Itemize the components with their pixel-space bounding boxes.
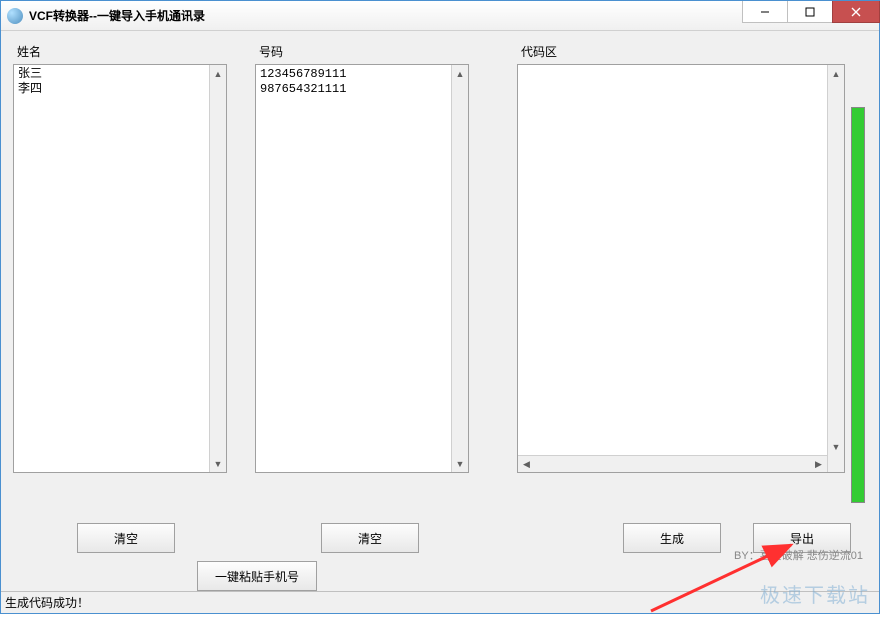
- name-textarea[interactable]: 张三 李四 ▲ ▼: [13, 64, 227, 473]
- credit-text: BY：喜爱破解 悲伤逆流01: [734, 547, 863, 563]
- code-text[interactable]: [518, 65, 844, 472]
- scrollbar-vertical[interactable]: ▲ ▼: [209, 65, 226, 472]
- scroll-up-icon[interactable]: ▲: [452, 65, 468, 82]
- number-text[interactable]: 123456789111 987654321111: [256, 65, 468, 472]
- app-icon: [7, 8, 23, 24]
- scroll-up-icon[interactable]: ▲: [210, 65, 226, 82]
- scrollbar-vertical[interactable]: ▲ ▼: [451, 65, 468, 472]
- number-column: 号码 123456789111 987654321111 ▲ ▼: [255, 43, 469, 473]
- name-label: 姓名: [13, 43, 227, 60]
- progress-bar: [851, 107, 865, 503]
- name-column: 姓名 张三 李四 ▲ ▼: [13, 43, 227, 473]
- app-window: VCF转换器--一键导入手机通讯录 姓名 张三 李四 ▲: [0, 0, 880, 614]
- code-column: 代码区 ▲ ▼ ◀ ▶: [517, 43, 845, 473]
- status-bar: 生成代码成功！: [1, 591, 879, 613]
- titlebar: VCF转换器--一键导入手机通讯录: [1, 1, 879, 31]
- close-button[interactable]: [832, 1, 880, 23]
- content-area: 姓名 张三 李四 ▲ ▼ 号码 123456789111 98765432111…: [1, 31, 879, 591]
- scroll-up-icon[interactable]: ▲: [828, 65, 844, 82]
- clear-names-button[interactable]: 清空: [77, 523, 175, 553]
- scrollbar-vertical[interactable]: ▲ ▼: [827, 65, 844, 472]
- scroll-down-icon[interactable]: ▼: [452, 455, 468, 472]
- number-label: 号码: [255, 43, 469, 60]
- maximize-button[interactable]: [787, 1, 833, 23]
- scroll-right-icon[interactable]: ▶: [810, 456, 827, 473]
- window-title: VCF转换器--一键导入手机通讯录: [29, 7, 742, 24]
- window-controls: [742, 1, 879, 30]
- name-text[interactable]: 张三 李四: [14, 65, 226, 472]
- generate-button[interactable]: 生成: [623, 523, 721, 553]
- scroll-down-icon[interactable]: ▼: [210, 455, 226, 472]
- paste-phone-button[interactable]: 一键粘贴手机号: [197, 561, 317, 591]
- number-textarea[interactable]: 123456789111 987654321111 ▲ ▼: [255, 64, 469, 473]
- scrollbar-horizontal[interactable]: ◀ ▶: [518, 455, 827, 472]
- scroll-down-icon[interactable]: ▼: [828, 438, 844, 455]
- code-textarea[interactable]: ▲ ▼ ◀ ▶: [517, 64, 845, 473]
- status-text: 生成代码成功！: [5, 594, 89, 611]
- code-label: 代码区: [517, 43, 845, 60]
- scroll-left-icon[interactable]: ◀: [518, 456, 535, 473]
- minimize-button[interactable]: [742, 1, 788, 23]
- clear-numbers-button[interactable]: 清空: [321, 523, 419, 553]
